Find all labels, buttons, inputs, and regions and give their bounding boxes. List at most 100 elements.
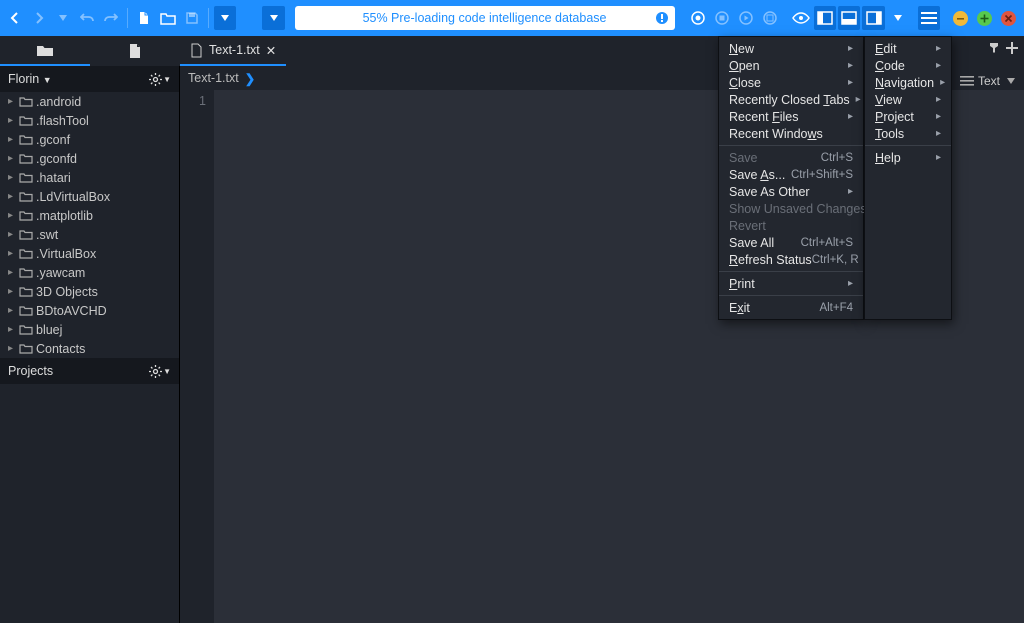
back-button[interactable] [4,6,26,30]
warning-icon[interactable] [655,11,669,25]
caret-icon: ▸ [8,248,16,259]
rail-text-label[interactable]: Text [978,74,1000,88]
folder-icon [19,210,33,221]
folder-icon [19,96,33,107]
menu-item[interactable]: Tools▸ [865,125,951,142]
tree-node-label: .gconf [36,133,70,147]
tree-node[interactable]: ▸ .gconf [0,130,179,149]
caret-icon: ▸ [8,191,16,202]
open-folder-button[interactable] [157,6,179,30]
line-number: 1 [180,94,206,108]
file-tree[interactable]: ▸.android▸.flashTool▸.gconf▸.gconfd▸.hat… [0,92,179,358]
menu-item[interactable]: View▸ [865,91,951,108]
tree-node[interactable]: ▸ .flashTool [0,111,179,130]
menu-button[interactable] [918,6,940,30]
file-tab[interactable]: Text-1.txt ✕ [180,36,286,66]
menu-item[interactable]: Print▸ [719,275,863,292]
close-tab-button[interactable]: ✕ [266,43,276,58]
caret-icon: ▸ [8,96,16,107]
play-button[interactable] [735,6,757,30]
menu-item[interactable]: Recent Windows [719,125,863,142]
tree-node[interactable]: ▸.matplotlib [0,206,179,225]
tree-node[interactable]: ▸3D Objects [0,282,179,301]
sidebar-tab-documents[interactable] [90,36,180,66]
folder-icon [19,191,33,202]
tree-node[interactable]: ▸bluej [0,320,179,339]
tree-node[interactable]: ▸ .VirtualBox [0,244,179,263]
menu-item[interactable]: Recently Closed Tabs▸ [719,91,863,108]
tree-node-label: .yawcam [36,266,85,280]
forward-button[interactable] [28,6,50,30]
menu-item[interactable]: Recent Files▸ [719,108,863,125]
menu-item[interactable]: Edit▸ [865,40,951,57]
tree-node[interactable]: ▸.hatari [0,168,179,187]
caret-icon: ▸ [8,115,16,126]
tree-node-label: .VirtualBox [36,247,96,261]
tree-node-label: bluej [36,323,62,337]
menu-item[interactable]: Navigation▸ [865,74,951,91]
tree-node[interactable]: ▸.yawcam [0,263,179,282]
folder-icon [19,115,33,126]
toolbar-dropdown-3[interactable] [262,6,284,30]
menu-item[interactable]: Save AllCtrl+Alt+S [719,234,863,251]
tree-node-label: BDtoAVCHD [36,304,107,318]
menu-item[interactable]: ExitAlt+F4 [719,299,863,316]
breadcrumb-item[interactable]: Text-1.txt [188,71,239,85]
corner-add-button[interactable] [1004,40,1020,56]
toolbar-dropdown-1[interactable] [52,6,74,30]
record-button[interactable] [687,6,709,30]
sidebar-settings-button[interactable]: ▼ [149,73,171,86]
menu-item[interactable]: Save As Other▸ [719,183,863,200]
file-menu[interactable]: New▸Open▸Close▸Recently Closed Tabs▸Rece… [718,36,864,320]
tree-node[interactable]: ▸.android [0,92,179,111]
tree-node-label: .gconfd [36,152,77,166]
toolbar-dropdown-2[interactable] [214,6,236,30]
projects-settings-button[interactable]: ▼ [149,365,171,378]
tree-node[interactable]: ▸.gconfd [0,149,179,168]
tree-node-label: .matplotlib [36,209,93,223]
tree-node-label: .hatari [36,171,71,185]
tree-node[interactable]: ▸.LdVirtualBox [0,187,179,206]
sidebar-panel-files-header[interactable]: Florin ▼ ▼ [0,66,179,92]
rail-dropdown-2[interactable] [1002,72,1020,90]
redo-button[interactable] [100,6,122,30]
pane-right-button[interactable] [862,6,884,30]
record-save-button[interactable] [759,6,781,30]
window-maximize-button[interactable] [974,6,996,30]
top-menu[interactable]: Edit▸Code▸Navigation▸View▸Project▸Tools▸… [864,36,952,320]
tree-node-label: Contacts [36,342,85,356]
file-tab-label: Text-1.txt [209,43,260,57]
window-minimize-button[interactable] [950,6,972,30]
undo-button[interactable] [76,6,98,30]
sidebar-panel-projects-header[interactable]: Projects ▼ [0,358,179,384]
pane-dropdown[interactable] [887,6,909,30]
new-file-button[interactable] [133,6,155,30]
menu-item[interactable]: Refresh StatusCtrl+K, R [719,251,863,268]
rail-list-icon[interactable] [958,72,976,90]
caret-icon: ▸ [8,343,16,354]
stop-button[interactable] [711,6,733,30]
menu-item[interactable]: Help▸ [865,149,951,166]
corner-pin-icon[interactable] [986,40,1002,56]
menu-item[interactable]: Save As...Ctrl+Shift+S [719,166,863,183]
line-gutter: 1 [180,90,214,623]
tree-node[interactable]: ▸ BDtoAVCHD [0,301,179,320]
caret-icon: ▸ [8,305,16,316]
sidebar-tab-files[interactable] [0,36,90,66]
sidebar-tab-switcher [0,36,180,66]
tree-node[interactable]: ▸.swt [0,225,179,244]
menu-item[interactable]: New▸ [719,40,863,57]
menu-item[interactable]: Code▸ [865,57,951,74]
preview-button[interactable] [790,6,812,30]
save-button[interactable] [181,6,203,30]
menu-item[interactable]: Close▸ [719,74,863,91]
tree-node-label: .flashTool [36,114,89,128]
pane-left-button[interactable] [814,6,836,30]
caret-icon: ▸ [8,134,16,145]
pane-bottom-button[interactable] [838,6,860,30]
tree-node[interactable]: ▸ Contacts [0,339,179,358]
caret-icon: ▸ [8,286,16,297]
menu-item[interactable]: Open▸ [719,57,863,74]
window-close-button[interactable] [998,6,1020,30]
menu-item[interactable]: Project▸ [865,108,951,125]
